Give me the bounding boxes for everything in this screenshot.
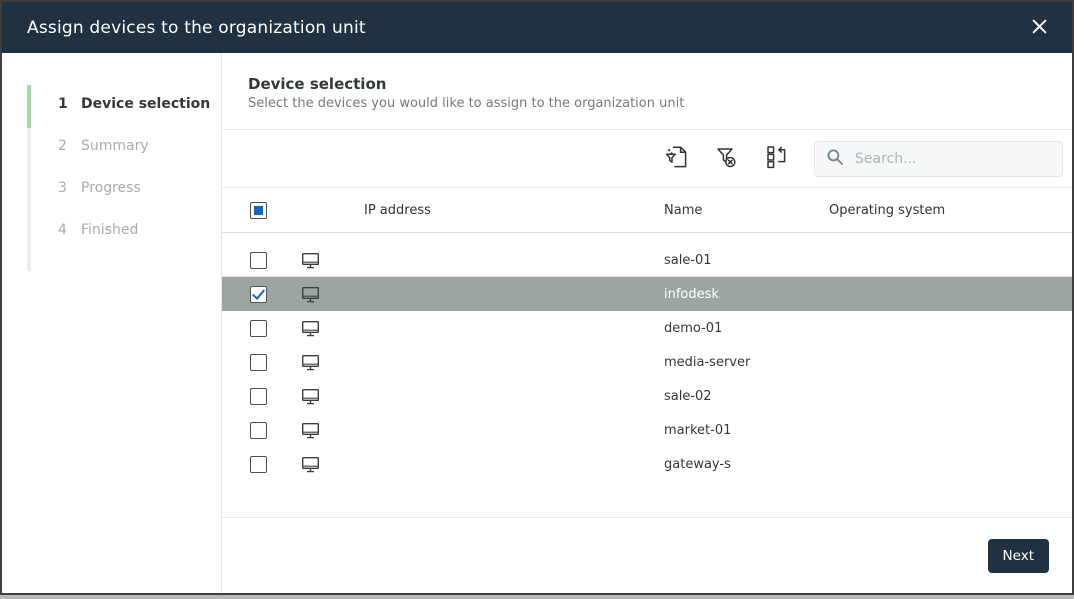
dialog-footer: Next xyxy=(222,518,1072,593)
table-row[interactable]: sale-01 xyxy=(222,243,1072,277)
next-button[interactable]: Next xyxy=(988,539,1049,573)
filter-document-icon xyxy=(664,144,689,173)
device-name: media-server xyxy=(656,355,822,370)
close-button[interactable] xyxy=(1025,14,1054,42)
monitor-icon xyxy=(284,388,342,405)
search-input[interactable] xyxy=(853,150,1051,168)
content-header: Device selection Select the devices you … xyxy=(222,53,1072,129)
table-row[interactable]: infodesk xyxy=(222,277,1072,311)
table-header: IP address Name Operating system xyxy=(222,187,1072,233)
table-row[interactable]: gateway-s xyxy=(222,447,1072,481)
step-label: Device selection xyxy=(81,96,210,112)
search-icon xyxy=(826,148,844,170)
device-name: infodesk xyxy=(656,287,822,302)
step-number: 1 xyxy=(58,96,81,112)
monitor-icon xyxy=(284,456,342,473)
monitor-icon xyxy=(284,320,342,337)
step-content: Device selection Select the devices you … xyxy=(221,53,1072,593)
clear-filter-button[interactable] xyxy=(713,145,740,172)
wizard-step-finished[interactable]: 4 Finished xyxy=(2,209,221,251)
monitor-icon xyxy=(284,286,342,303)
wizard-progress-active-segment xyxy=(27,85,31,128)
search-box xyxy=(814,141,1063,177)
row-checkbox[interactable] xyxy=(250,456,267,473)
row-checkbox[interactable] xyxy=(250,320,267,337)
row-checkbox[interactable] xyxy=(250,252,267,269)
table-toolbar xyxy=(222,129,1072,187)
close-icon xyxy=(1031,18,1048,38)
row-checkbox[interactable] xyxy=(250,388,267,405)
wizard-step-device-selection[interactable]: 1 Device selection xyxy=(2,83,221,125)
step-number: 3 xyxy=(58,180,81,196)
wizard-sidebar: 1 Device selection 2 Summary 3 Progress … xyxy=(2,53,221,593)
step-number: 2 xyxy=(58,138,81,154)
table-row[interactable]: media-server xyxy=(222,345,1072,379)
filter-document-button[interactable] xyxy=(663,145,690,172)
device-name: sale-02 xyxy=(656,389,822,404)
column-header-ip[interactable]: IP address xyxy=(342,203,656,218)
selection-list-button[interactable] xyxy=(763,145,790,172)
monitor-icon xyxy=(284,252,342,269)
device-table-body: sale-01 infodesk xyxy=(222,233,1072,518)
table-row[interactable]: sale-02 xyxy=(222,379,1072,413)
clear-filter-icon xyxy=(713,144,740,174)
assign-devices-dialog: Assign devices to the organization unit … xyxy=(0,0,1074,595)
wizard-steps: 1 Device selection 2 Summary 3 Progress … xyxy=(2,53,221,251)
table-row[interactable]: demo-01 xyxy=(222,311,1072,345)
row-checkbox[interactable] xyxy=(250,422,267,439)
step-number: 4 xyxy=(58,222,81,238)
wizard-progress-track xyxy=(27,85,31,271)
row-checkbox[interactable] xyxy=(250,354,267,371)
dialog-title: Assign devices to the organization unit xyxy=(27,18,1025,38)
dialog-titlebar: Assign devices to the organization unit xyxy=(2,2,1072,53)
device-name: demo-01 xyxy=(656,321,822,336)
wizard-step-progress[interactable]: 3 Progress xyxy=(2,167,221,209)
content-subtitle: Select the devices you would like to ass… xyxy=(248,96,1072,111)
row-checkbox[interactable] xyxy=(250,286,267,303)
step-label: Summary xyxy=(81,138,149,154)
select-all-checkbox[interactable] xyxy=(250,202,267,219)
table-row[interactable]: market-01 xyxy=(222,413,1072,447)
step-label: Progress xyxy=(81,180,141,196)
device-name: gateway-s xyxy=(656,457,822,472)
column-header-name[interactable]: Name xyxy=(656,203,822,218)
column-header-os[interactable]: Operating system xyxy=(822,203,1072,218)
device-name: sale-01 xyxy=(656,253,822,268)
monitor-icon xyxy=(284,422,342,439)
step-label: Finished xyxy=(81,222,138,238)
device-name: market-01 xyxy=(656,423,822,438)
wizard-step-summary[interactable]: 2 Summary xyxy=(2,125,221,167)
selection-list-icon xyxy=(765,144,789,173)
monitor-icon xyxy=(284,354,342,371)
content-title: Device selection xyxy=(248,75,1072,93)
